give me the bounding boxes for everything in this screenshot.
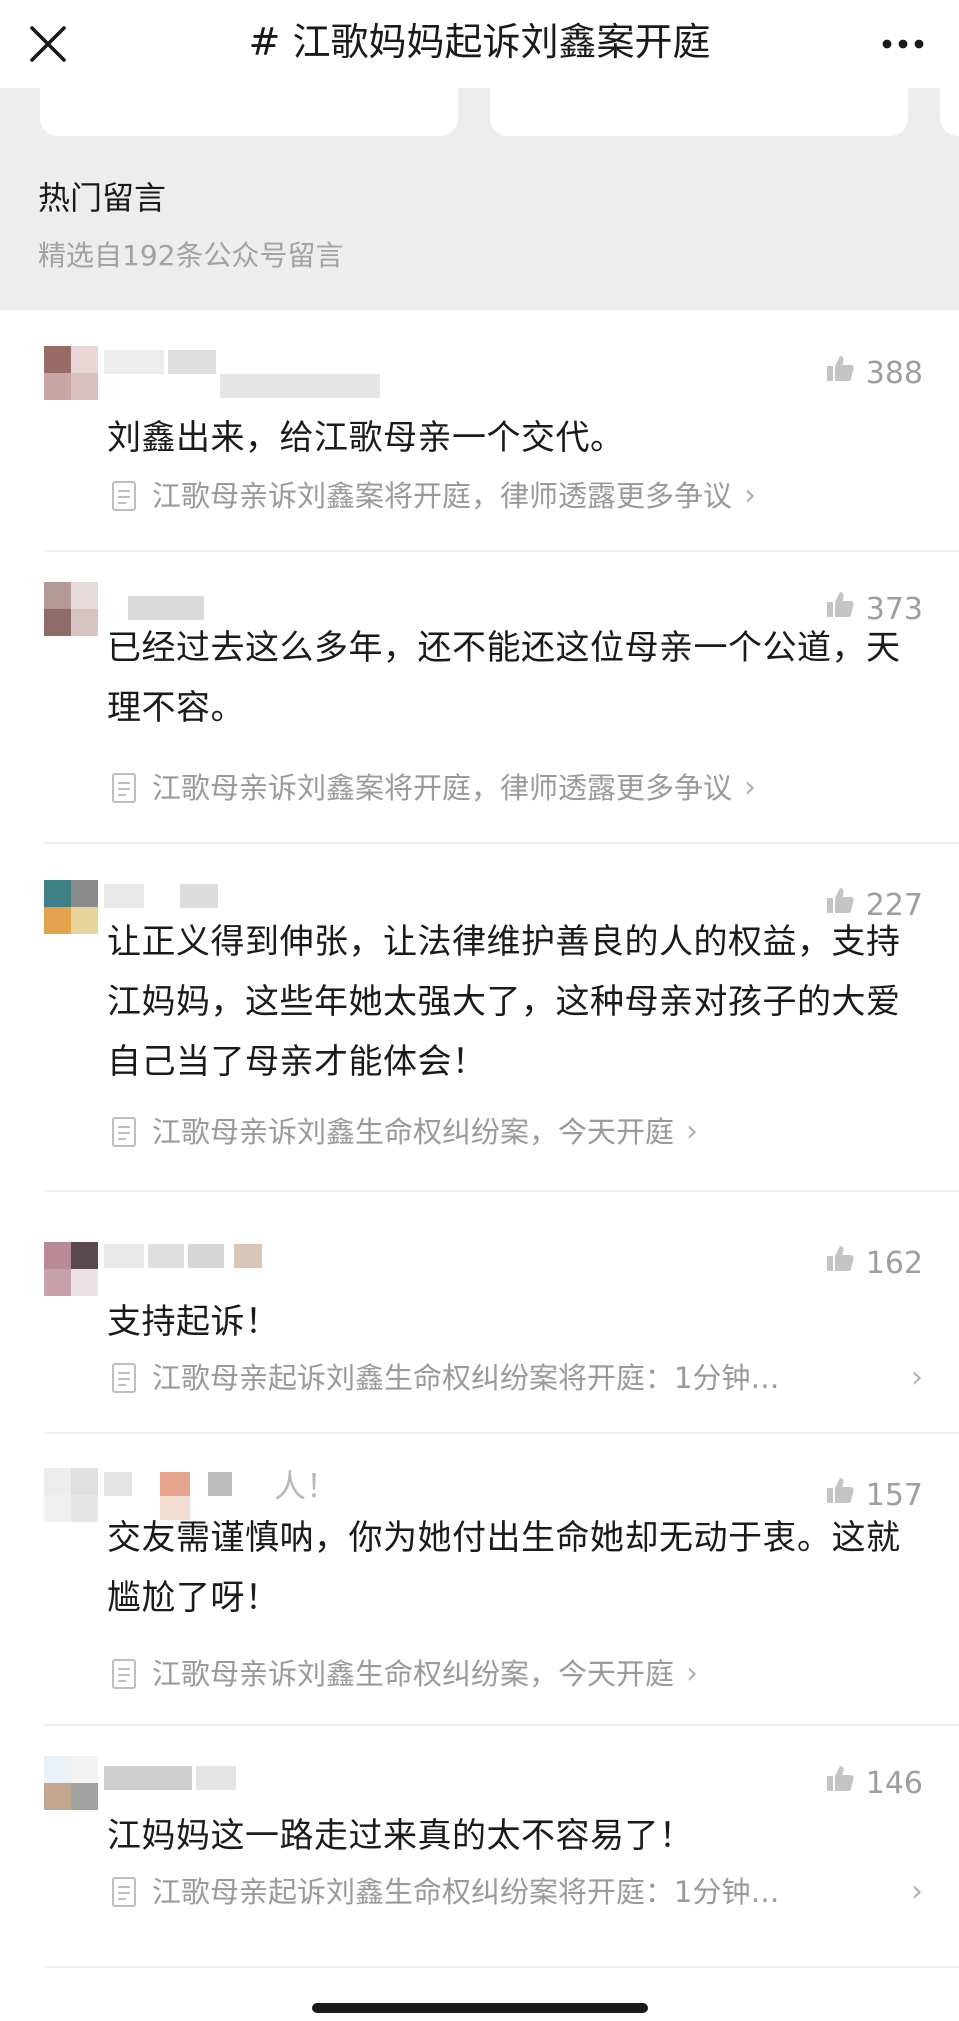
document-icon <box>110 1362 138 1394</box>
article-card-stub[interactable] <box>940 88 959 136</box>
comment-text: 支持起诉！ <box>107 1302 280 1342</box>
document-icon <box>110 480 138 512</box>
comment-item: 人！ 157 交友需谨慎呐，你为她付出生命她却无动于衷。这就尴尬了呀！ 江歌母亲… <box>44 1434 959 1726</box>
article-card-stub[interactable] <box>490 88 908 136</box>
nickname-visible-part: 人！ <box>274 1467 339 1505</box>
like-count: 388 <box>865 355 923 391</box>
like-count: 146 <box>865 1765 923 1801</box>
thumbs-up-icon <box>824 1762 856 1805</box>
document-icon <box>110 1876 138 1908</box>
source-title: 江歌母亲诉刘鑫案将开庭，律师透露更多争议 <box>152 771 733 805</box>
source-article-link[interactable]: 江歌母亲起诉刘鑫生命权纠纷案将开庭：1分钟… › <box>110 1358 923 1398</box>
chevron-right-icon: › <box>686 1656 699 1691</box>
document-icon <box>110 1116 138 1148</box>
source-article-link[interactable]: 江歌母亲起诉刘鑫生命权纠纷案将开庭：1分钟… › <box>110 1872 923 1912</box>
comment-item: 162 支持起诉！ 江歌母亲起诉刘鑫生命权纠纷案将开庭：1分钟… › <box>44 1192 959 1434</box>
top-nav-bar: # 江歌妈妈起诉刘鑫案开庭 <box>0 0 959 88</box>
thumbs-up-icon <box>824 352 856 395</box>
document-icon <box>110 772 138 804</box>
avatar[interactable] <box>44 1242 98 1296</box>
source-article-link[interactable]: 江歌母亲诉刘鑫生命权纠纷案，今天开庭 › <box>110 1112 923 1152</box>
comment-text: 刘鑫出来，给江歌母亲一个交代。 <box>107 418 625 458</box>
chevron-right-icon: › <box>911 1360 923 1395</box>
section-title: 热门留言 <box>38 179 167 217</box>
comment-item: 146 江妈妈这一路走过来真的太不容易了！ 江歌母亲起诉刘鑫生命权纠纷案将开庭：… <box>44 1726 959 1968</box>
comment-item: 388 刘鑫出来，给江歌母亲一个交代。 江歌母亲诉刘鑫案将开庭，律师透露更多争议… <box>44 310 959 552</box>
article-card-stub[interactable] <box>40 88 458 136</box>
home-indicator[interactable] <box>312 2003 648 2013</box>
source-title: 江歌母亲诉刘鑫案将开庭，律师透露更多争议 <box>152 479 733 513</box>
document-icon <box>110 1658 138 1690</box>
chevron-right-icon: › <box>911 1874 923 1909</box>
source-title: 江歌母亲起诉刘鑫生命权纠纷案将开庭：1分钟… <box>152 1875 780 1909</box>
like-button[interactable]: 146 <box>824 1762 923 1805</box>
source-title: 江歌母亲起诉刘鑫生命权纠纷案将开庭：1分钟… <box>152 1361 780 1395</box>
source-title: 江歌母亲诉刘鑫生命权纠纷案，今天开庭 <box>152 1657 675 1691</box>
chevron-right-icon: › <box>744 478 757 513</box>
like-button[interactable]: 162 <box>824 1242 923 1285</box>
source-title: 江歌母亲诉刘鑫生命权纠纷案，今天开庭 <box>152 1115 675 1149</box>
comment-text: 江妈妈这一路走过来真的太不容易了！ <box>107 1816 694 1856</box>
avatar[interactable] <box>44 346 98 400</box>
section-subtitle: 精选自192条公众号留言 <box>38 239 344 272</box>
source-article-link[interactable]: 江歌母亲诉刘鑫案将开庭，律师透露更多争议 › <box>110 476 923 516</box>
comment-item: 227 让正义得到伸张，让法律维护善良的人的权益，支持江妈妈，这些年她太强大了，… <box>44 844 959 1192</box>
avatar[interactable] <box>44 1756 98 1810</box>
avatar[interactable] <box>44 1468 98 1522</box>
page-title: # 江歌妈妈起诉刘鑫案开庭 <box>248 20 711 64</box>
chevron-right-icon: › <box>744 770 757 805</box>
comment-text: 让正义得到伸张，让法律维护善良的人的权益，支持江妈妈，这些年她太强大了，这种母亲… <box>107 922 901 1082</box>
source-article-link[interactable]: 江歌母亲诉刘鑫生命权纠纷案，今天开庭 › <box>110 1654 923 1694</box>
source-article-link[interactable]: 江歌母亲诉刘鑫案将开庭，律师透露更多争议 › <box>110 768 923 808</box>
avatar[interactable] <box>44 582 98 636</box>
avatar[interactable] <box>44 880 98 934</box>
like-button[interactable]: 388 <box>824 352 923 395</box>
more-options-icon[interactable] <box>873 18 933 70</box>
comment-text: 交友需谨慎呐，你为她付出生命她却无动于衷。这就尴尬了呀！ <box>107 1518 901 1618</box>
comment-list: 388 刘鑫出来，给江歌母亲一个交代。 江歌母亲诉刘鑫案将开庭，律师透露更多争议… <box>0 310 959 1968</box>
thumbs-up-icon <box>824 1242 856 1285</box>
comment-text: 已经过去这么多年，还不能还这位母亲一个公道，天理不容。 <box>107 628 901 728</box>
comment-item: 373 已经过去这么多年，还不能还这位母亲一个公道，天理不容。 江歌母亲诉刘鑫案… <box>44 552 959 844</box>
chevron-right-icon: › <box>686 1114 699 1149</box>
like-count: 162 <box>865 1245 923 1281</box>
